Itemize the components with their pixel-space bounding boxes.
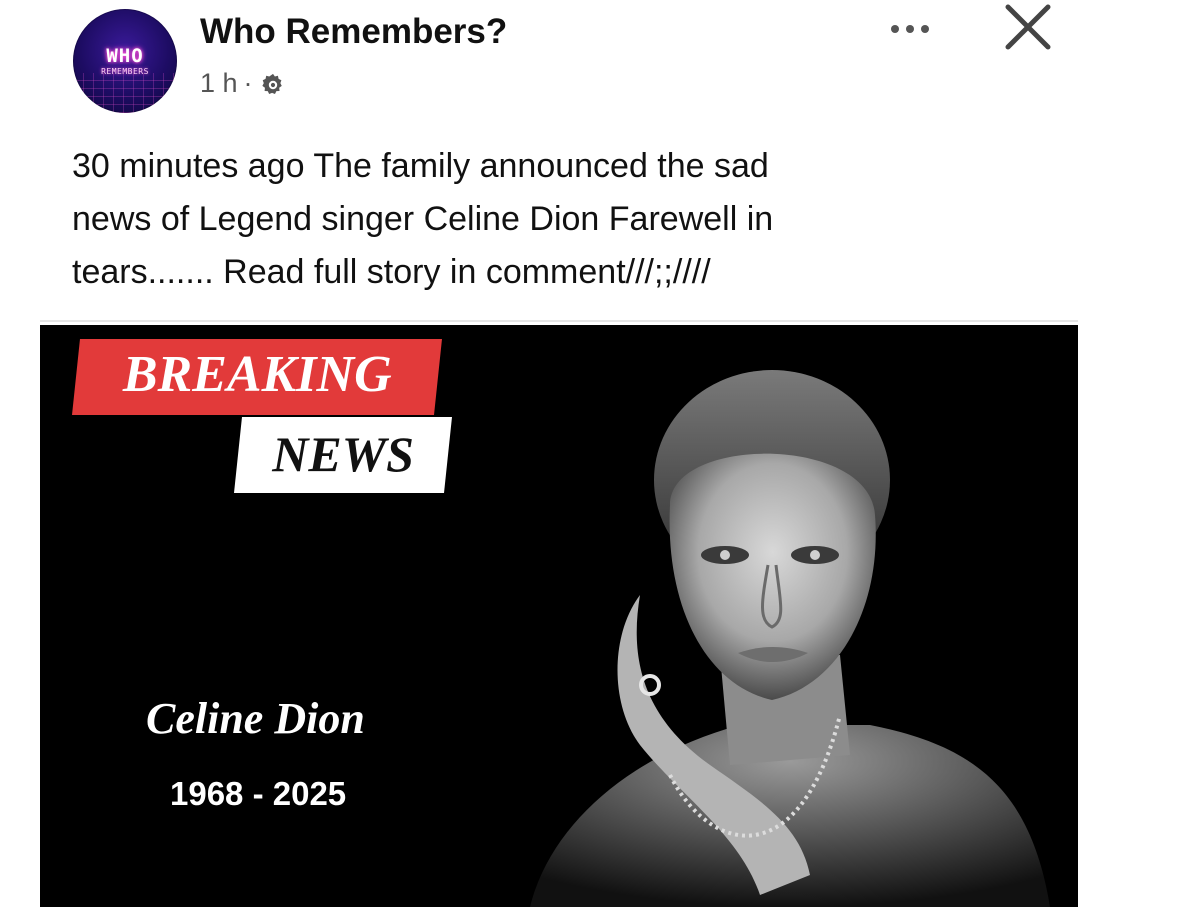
divider <box>40 320 1078 322</box>
more-options-button[interactable] <box>878 12 942 46</box>
more-dots-icon <box>906 25 914 33</box>
close-button[interactable] <box>998 2 1058 52</box>
post-image[interactable]: BREAKING NEWS Celine Dion 1968 - 2025 <box>40 325 1078 907</box>
more-dots-icon <box>921 25 929 33</box>
gear-icon[interactable] <box>259 71 287 99</box>
news-badge: NEWS <box>234 417 452 493</box>
post-caption: 30 minutes ago The family announced the … <box>72 147 774 291</box>
page-name-link[interactable]: Who Remembers? <box>200 12 507 52</box>
post-meta: 1 h · <box>200 68 287 99</box>
breaking-label: BREAKING <box>122 346 392 403</box>
news-label: NEWS <box>272 426 414 482</box>
breaking-badge: BREAKING <box>72 339 442 415</box>
meta-separator: · <box>243 68 253 98</box>
portrait-photo <box>530 370 1050 907</box>
avatar-logo-sub: REMEMBERS <box>101 67 149 76</box>
person-name: Celine Dion <box>146 694 365 743</box>
avatar-grid-decoration <box>73 73 177 113</box>
facebook-post: WHO REMEMBERS Who Remembers? 1 h · 30 mi… <box>0 0 1200 917</box>
post-timestamp[interactable]: 1 h <box>200 68 238 99</box>
close-icon <box>1005 4 1051 50</box>
avatar-logo-main: WHO <box>106 45 144 67</box>
person-years: 1968 - 2025 <box>170 775 347 812</box>
more-dots-icon <box>891 25 899 33</box>
page-avatar[interactable]: WHO REMEMBERS <box>73 9 177 113</box>
